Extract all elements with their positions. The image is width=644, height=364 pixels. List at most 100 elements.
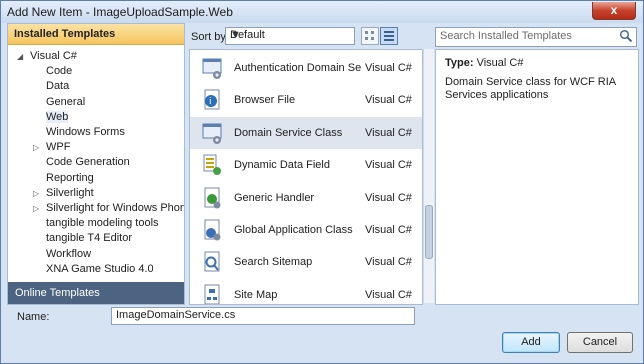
tree-item-label: Code xyxy=(46,65,73,78)
search-templates-input[interactable]: Search Installed Templates xyxy=(435,27,637,47)
name-label: Name: xyxy=(17,311,50,323)
tree-item-label: Windows Forms xyxy=(46,126,125,138)
tree-item[interactable]: General xyxy=(46,95,85,110)
name-value: ImageDomainService.cs xyxy=(116,309,236,321)
title-bar[interactable]: Add New Item - ImageUploadSample.Web x xyxy=(1,1,643,23)
template-list-item[interactable]: Search Sitemap Visual C# xyxy=(190,246,422,278)
small-icons-view-button[interactable] xyxy=(361,27,379,45)
site-map-icon xyxy=(200,283,224,304)
template-name: Site Map xyxy=(234,288,278,301)
template-language: Visual C# xyxy=(365,94,412,107)
template-list-item[interactable]: Generic Handler Visual C# xyxy=(190,182,422,214)
tree-item[interactable]: ▷ Silverlight for Windows Phone xyxy=(33,201,185,216)
template-list: Authentication Domain Servi...Visual C#i… xyxy=(189,49,423,305)
template-name: Search Sitemap xyxy=(234,256,313,269)
tree-item-label: Reporting xyxy=(46,171,94,184)
template-name: Domain Service Class xyxy=(234,126,343,139)
tree-item[interactable]: ▷ WPF xyxy=(33,140,70,155)
details-panel: Search Installed Templates Type: Visual … xyxy=(435,23,639,305)
chevron-down-icon: ▼ xyxy=(230,29,241,41)
name-bar: Name: ImageDomainService.cs Add Cancel xyxy=(1,303,643,363)
tree-item-label: Workflow xyxy=(46,247,92,260)
installed-templates-panel: Installed Templates ◢ Visual C# Code Data Ge… xyxy=(7,23,185,305)
small-icons-view-icon xyxy=(365,31,374,40)
template-language: Visual C# xyxy=(365,62,412,74)
tree-item-label: Code Generation xyxy=(46,156,130,169)
sort-by-dropdown[interactable]: Default ▼ xyxy=(225,27,355,45)
tree-item[interactable]: Windows Forms xyxy=(46,125,125,140)
tree-item[interactable]: Web xyxy=(46,110,69,125)
add-button[interactable]: Add xyxy=(502,332,560,353)
tree-item[interactable]: ▷ Silverlight xyxy=(33,186,94,201)
tree-item-label: General xyxy=(46,95,86,108)
list-view-button[interactable] xyxy=(380,27,398,45)
template-name: Global Application Class xyxy=(234,224,353,236)
tree-item-label: tangible T4 Editor xyxy=(46,232,133,245)
template-language: Visual C# xyxy=(365,159,412,172)
template-description: Domain Service class for WCF RIA Service… xyxy=(445,76,616,101)
tree-item-label: tangible modeling tools xyxy=(46,217,159,230)
tree-item[interactable]: Code Generation xyxy=(46,155,130,170)
tree-item[interactable]: tangible modeling tools xyxy=(46,216,159,231)
scroll-thumb[interactable] xyxy=(425,205,433,259)
tree-item-label: Visual C# xyxy=(30,50,77,62)
tree-item-label: Web xyxy=(46,110,69,123)
template-name: Dynamic Data Field xyxy=(234,159,330,172)
type-label: Type: xyxy=(445,57,474,69)
collapsed-arrow-icon[interactable]: ▷ xyxy=(33,201,39,216)
tree-item[interactable]: Code xyxy=(46,64,72,79)
template-list-item[interactable]: Global Application Class Visual C# xyxy=(190,214,422,246)
cancel-button[interactable]: Cancel xyxy=(567,332,633,353)
template-language: Visual C# xyxy=(365,288,412,301)
template-list-item[interactable]: Authentication Domain Servi...Visual C# xyxy=(190,52,422,84)
tree-item-label: Data xyxy=(46,80,70,93)
template-list-item[interactable]: Site Map Visual C# xyxy=(190,279,422,304)
tree-item[interactable]: Workflow xyxy=(46,247,91,262)
name-field[interactable]: ImageDomainService.cs xyxy=(111,307,415,325)
search-sitemap-icon xyxy=(200,250,224,274)
search-placeholder: Search Installed Templates xyxy=(440,30,572,42)
global-app-icon xyxy=(200,218,224,242)
template-name: Generic Handler xyxy=(234,191,315,204)
template-details: Type: Visual C# Domain Service class for… xyxy=(435,49,639,305)
search-icon[interactable] xyxy=(619,29,633,43)
browser-file-icon: i xyxy=(200,88,224,112)
template-name: Browser File xyxy=(234,94,296,107)
online-templates-label: Online Templates xyxy=(15,287,100,299)
template-list-item[interactable]: Dynamic Data Field Visual C# xyxy=(190,149,422,181)
template-list-item[interactable]: Domain Service Class Visual C# xyxy=(190,116,422,149)
tree-item[interactable]: ◢ Visual C# xyxy=(17,49,77,64)
template-list-area: Sort by: Default ▼ Authentication Domain… xyxy=(187,23,434,305)
expanded-arrow-icon[interactable]: ◢ xyxy=(17,49,23,64)
installed-templates-header[interactable]: Installed Templates xyxy=(8,24,184,45)
close-button[interactable]: x xyxy=(592,2,636,20)
sort-toolbar: Sort by: Default ▼ xyxy=(187,25,433,47)
tree-item-label: XNA Game Studio 4.0 xyxy=(46,262,154,275)
installed-templates-label: Installed Templates xyxy=(14,28,116,40)
template-type: Type: Visual C# xyxy=(445,57,523,69)
tree-item-label: Silverlight xyxy=(46,186,94,199)
collapsed-arrow-icon[interactable]: ▷ xyxy=(33,140,39,155)
domain-service-icon xyxy=(200,56,224,80)
online-templates-bar[interactable]: Online Templates xyxy=(8,282,184,304)
window-title: Add New Item - ImageUploadSample.Web xyxy=(7,5,233,19)
template-language: Visual C# xyxy=(365,126,412,139)
collapsed-arrow-icon[interactable]: ▷ xyxy=(33,186,39,201)
tree-item[interactable]: Data xyxy=(46,79,69,94)
template-language: Visual C# xyxy=(365,256,412,269)
dynamic-data-icon xyxy=(200,153,224,177)
type-value: Visual C# xyxy=(476,57,524,69)
template-list-item[interactable]: i Browser File Visual C# xyxy=(190,84,422,116)
template-language: Visual C# xyxy=(365,224,412,236)
tree-item[interactable]: XNA Game Studio 4.0 xyxy=(46,262,154,277)
sort-by-label: Sort by: xyxy=(191,31,229,43)
template-list-scrollbar[interactable] xyxy=(423,49,434,303)
tree-item[interactable]: Reporting xyxy=(46,171,94,186)
tree-item[interactable]: tangible T4 Editor xyxy=(46,231,132,246)
tree-item-label: Silverlight for Windows Phone xyxy=(46,202,185,214)
generic-handler-icon xyxy=(200,186,224,210)
template-name: Authentication Domain Servi... xyxy=(234,62,362,74)
svg-text:i: i xyxy=(209,97,212,107)
template-language: Visual C# xyxy=(365,191,412,204)
list-view-icon xyxy=(384,31,394,41)
